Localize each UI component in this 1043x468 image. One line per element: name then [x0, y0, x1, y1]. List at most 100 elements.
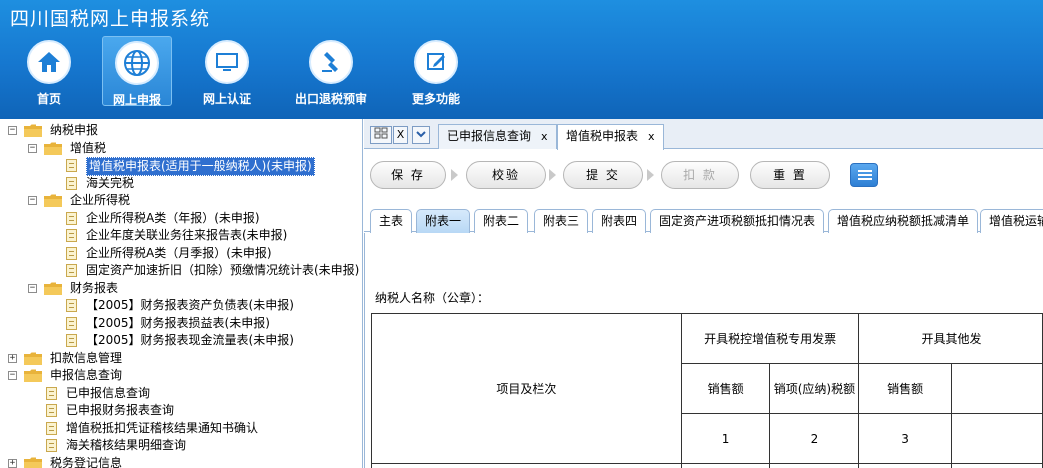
expand-icon[interactable]: +	[8, 458, 17, 468]
document-icon	[66, 264, 77, 277]
folder-icon	[44, 194, 62, 207]
flow-arrow-icon	[647, 169, 654, 181]
tree-doc-item[interactable]: 【2005】财务报表资产负债表(未申报)	[0, 297, 362, 314]
tree-doc-item[interactable]: 已申报信息查询	[0, 385, 362, 402]
tree-folder-item[interactable]: − 财务报表	[0, 280, 362, 297]
group-header-other-invoice: 开具其他发	[858, 313, 1043, 364]
tree-item-label: 税务登记信息	[50, 455, 123, 468]
tree-doc-item[interactable]: 【2005】财务报表现金流量表(未申报)	[0, 332, 362, 349]
collapse-icon[interactable]: −	[28, 283, 37, 293]
deduct-button[interactable]: 扣 款	[661, 161, 739, 189]
tree-folder-item[interactable]: + 扣款信息管理	[0, 350, 362, 367]
table-cell[interactable]	[950, 463, 1043, 468]
nav-more[interactable]: 更多功能	[401, 36, 471, 106]
folder-icon	[24, 369, 42, 382]
nav-export-refund[interactable]: 出口退税预审	[295, 36, 367, 106]
tree-doc-item[interactable]: 增值税抵扣凭证稽核结果通知书确认	[0, 420, 362, 437]
report-table: 项目及栏次 开具税控增值税专用发票 开具其他发 销售额 销项(应纳)税额 销售额…	[371, 313, 1043, 468]
table-cell[interactable]	[680, 463, 771, 468]
subtab-item[interactable]: 附表三	[534, 209, 589, 233]
monitor-icon	[205, 40, 249, 84]
table-cell[interactable]	[858, 463, 952, 468]
subtab-item[interactable]: 附表四	[592, 209, 647, 233]
reset-button[interactable]: 重 置	[750, 161, 830, 189]
flow-arrow-icon	[451, 169, 458, 181]
verify-button[interactable]: 校验	[466, 161, 546, 189]
collapse-icon[interactable]: −	[28, 196, 37, 205]
tree-doc-item[interactable]: 企业所得税A类（月季报）(未申报)	[0, 245, 362, 262]
col-header-sales-other: 销售额	[858, 363, 952, 414]
document-icon	[66, 316, 77, 330]
tree-doc-item[interactable]: 海关完税	[0, 175, 362, 192]
expand-icon[interactable]: +	[8, 353, 17, 363]
tree-doc-item[interactable]: 已申报财务报表查询	[0, 402, 362, 419]
tree-doc-item[interactable]: 企业年度关联业务往来报告表(未申报)	[0, 227, 362, 244]
row-header-cell: 项目及栏次	[371, 313, 682, 464]
group-header-special-invoice: 开具税控增值税专用发票	[680, 313, 860, 364]
tree-doc-item[interactable]: 海关稽核结果明细查询	[0, 437, 362, 454]
col-number: 1	[680, 413, 771, 464]
tab-label: 已申报信息查询	[447, 129, 532, 143]
tree-item-label: 【2005】财务报表现金流量表(未申报)	[86, 333, 294, 347]
collapse-icon[interactable]: −	[8, 371, 17, 380]
subtab-item[interactable]: 附表二	[474, 209, 529, 233]
tree-item-label: 海关稽核结果明细查询	[66, 438, 187, 452]
tab-close-icon[interactable]: x	[541, 130, 548, 143]
table-cell[interactable]	[769, 463, 860, 468]
subtab-item[interactable]: 增值税应纳税额抵减清单	[828, 209, 979, 233]
navigation-tree: − 纳税申报 − 增值税 增值税申报表(适用于一般纳税人)(未申报) 海关完税 − 企业所得税…	[0, 119, 363, 468]
subtab-item[interactable]: 附表一	[416, 209, 471, 233]
tree-doc-item[interactable]: 【2005】财务报表损益表(未申报)	[0, 315, 362, 332]
col-number: 2	[769, 413, 860, 464]
col-number-extra	[950, 413, 1043, 464]
collapse-icon[interactable]: −	[28, 143, 37, 153]
tab-close-icon[interactable]: x	[648, 130, 655, 143]
tree-folder-item[interactable]: − 企业所得税	[0, 192, 362, 209]
tree-folder-item[interactable]: + 税务登记信息	[0, 455, 362, 468]
nav-online-declare[interactable]: 网上申报	[102, 36, 172, 107]
tree-doc-item[interactable]: 增值税申报表(适用于一般纳税人)(未申报)	[0, 157, 362, 176]
tab-menu-chevron-down-icon[interactable]	[412, 126, 430, 144]
document-icon	[66, 211, 77, 225]
nav-export-refund-label: 出口退税预审	[294, 92, 367, 106]
folder-icon	[44, 282, 62, 295]
tree-item-label: 增值税抵扣凭证稽核结果通知书确认	[66, 420, 259, 435]
folder-icon	[24, 457, 42, 468]
tree-item-label: 企业所得税	[70, 193, 131, 207]
tree-item-label: 财务报表	[70, 280, 119, 295]
tree-item-label: 纳税申报	[50, 123, 99, 137]
tab-vat-return[interactable]: 增值税申报表 x	[557, 124, 664, 150]
close-all-tabs-button[interactable]: X	[393, 126, 408, 144]
nav-online-auth[interactable]: 网上认证	[192, 36, 262, 106]
stamp-icon	[309, 40, 353, 84]
tree-doc-item[interactable]: 固定资产加速折旧（扣除）预缴情况统计表(未申报)	[0, 262, 362, 279]
taxpayer-name-label: 纳税人名称（公章）：	[375, 291, 490, 305]
tree-item-label: 企业所得税A类（年报）(未申报)	[86, 210, 260, 225]
tab-grid-icon[interactable]	[370, 126, 392, 144]
tab-declared-query[interactable]: 已申报信息查询 x	[438, 124, 557, 149]
tree-folder-item[interactable]: − 增值税	[0, 140, 362, 157]
tree-item-label: 已申报信息查询	[66, 385, 151, 400]
submit-button[interactable]: 提 交	[563, 161, 643, 189]
tab-label: 增值税申报表	[566, 129, 639, 143]
tree-doc-item[interactable]: 企业所得税A类（年报）(未申报)	[0, 210, 362, 227]
app-title: 四川国税网上申报系统	[10, 8, 211, 30]
list-view-button[interactable]	[850, 163, 878, 187]
nav-home-label: 首页	[36, 92, 61, 106]
collapse-icon[interactable]: −	[8, 126, 17, 135]
save-button[interactable]: 保 存	[370, 161, 446, 189]
nav-online-declare-label: 网上申报	[112, 93, 161, 107]
form-toolbar: 保 存 校验 提 交 扣 款 重 置	[364, 150, 1043, 200]
subtab-item[interactable]: 主表	[370, 209, 413, 233]
tree-item-label: 已申报财务报表查询	[66, 403, 175, 417]
document-icon	[66, 229, 77, 242]
tree-folder-item[interactable]: − 纳税申报	[0, 122, 362, 139]
tree-folder-item[interactable]: − 申报信息查询	[0, 367, 362, 384]
document-icon	[66, 176, 77, 190]
nav-home[interactable]: 首页	[14, 36, 84, 106]
col-header-output-tax: 销项(应纳)税额	[769, 363, 860, 414]
document-icon	[66, 334, 77, 347]
subtab-item[interactable]: 增值税运输	[980, 209, 1043, 233]
subtab-item[interactable]: 固定资产进项税额抵扣情况表	[650, 209, 825, 233]
document-icon	[46, 421, 57, 435]
